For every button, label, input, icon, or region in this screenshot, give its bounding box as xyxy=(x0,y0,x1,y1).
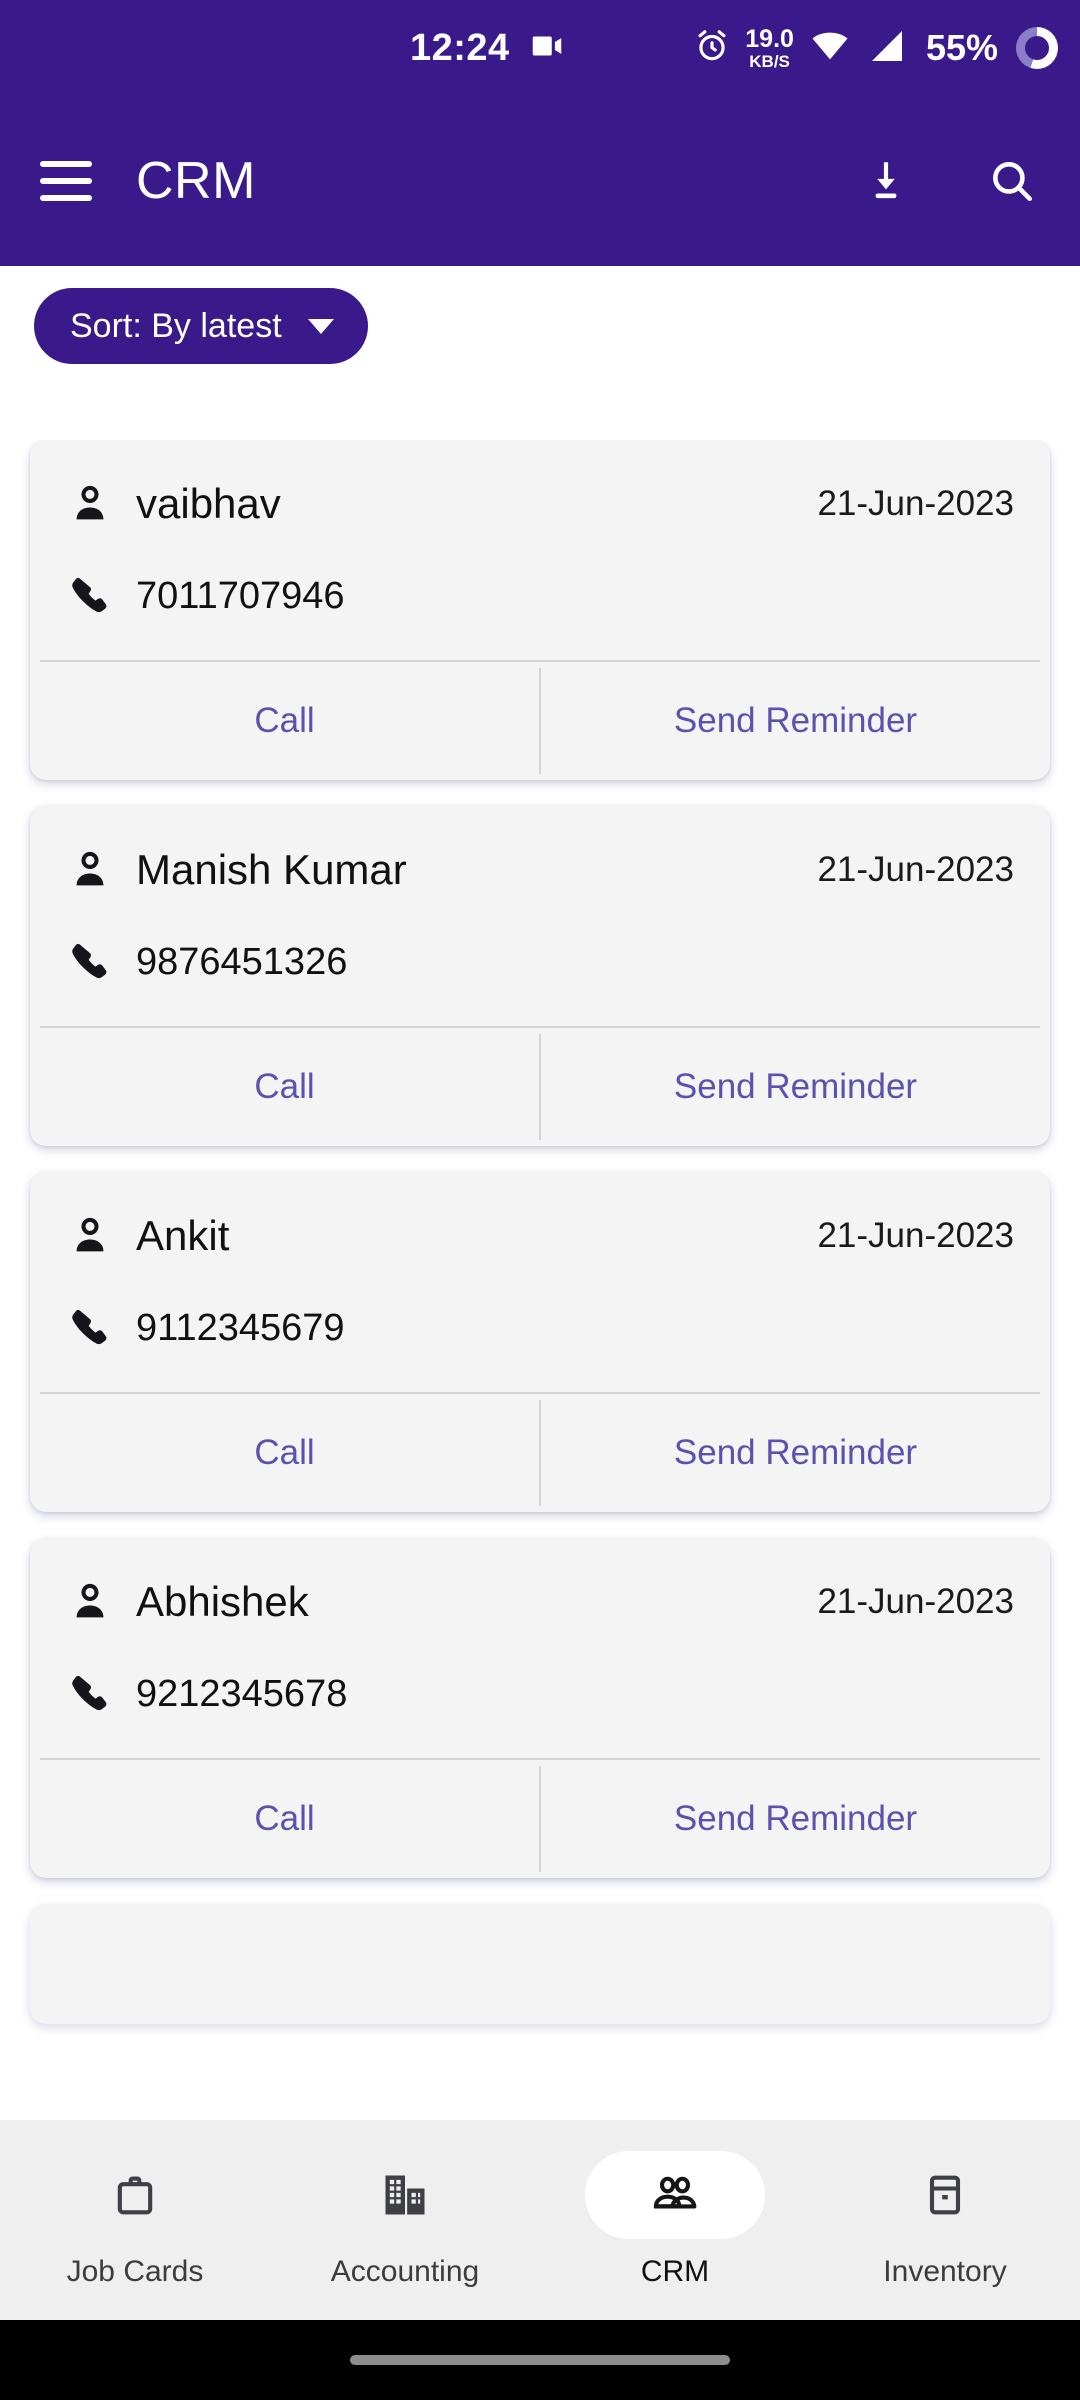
nav-item-crm[interactable]: CRM xyxy=(540,2151,810,2289)
contact-date: 21-Jun-2023 xyxy=(817,1216,1014,1255)
phone-icon xyxy=(66,1304,114,1352)
contact-name: Manish Kumar xyxy=(136,846,407,893)
send-reminder-button[interactable]: Send Reminder xyxy=(541,1028,1050,1146)
contact-card[interactable]: Abhishek 21-Jun-2023 9212345678 Call Sen… xyxy=(30,1538,1050,1878)
contact-name: Ankit xyxy=(136,1212,230,1259)
sort-label: Sort: By latest xyxy=(70,306,282,345)
contact-card-body: Abhishek 21-Jun-2023 9212345678 xyxy=(30,1538,1050,1758)
person-icon xyxy=(66,1212,114,1260)
contact-phone-row: 9112345679 xyxy=(66,1304,1014,1392)
send-reminder-button[interactable]: Send Reminder xyxy=(541,1394,1050,1512)
phone-icon xyxy=(66,572,114,620)
people-icon xyxy=(585,2151,765,2239)
app-bar: CRM xyxy=(0,96,1080,266)
send-reminder-button[interactable]: Send Reminder xyxy=(541,1760,1050,1878)
card-actions: Call Send Reminder xyxy=(30,662,1050,780)
contact-date: 21-Jun-2023 xyxy=(817,484,1014,523)
contact-name-row: Abhishek 21-Jun-2023 xyxy=(66,1578,1014,1626)
contact-card-body: Ankit 21-Jun-2023 9112345679 xyxy=(30,1172,1050,1392)
network-speed-value: 19.0 xyxy=(745,24,794,53)
network-speed: 19.0 KB/S xyxy=(745,24,794,71)
contact-card-partial[interactable] xyxy=(30,1904,1050,2024)
nav-item-label: Inventory xyxy=(883,2255,1007,2288)
wifi-icon xyxy=(808,26,852,71)
contact-list[interactable]: vaibhav 21-Jun-2023 7011707946 Call Send… xyxy=(0,440,1080,2140)
status-bar: 12:24 19.0 KB/S 55% xyxy=(0,0,1080,96)
status-bar-right: 19.0 KB/S 55% xyxy=(693,0,1058,96)
contact-phone: 9212345678 xyxy=(136,1672,348,1715)
contact-phone: 7011707946 xyxy=(136,574,345,617)
contact-name-row: Ankit 21-Jun-2023 xyxy=(66,1212,1014,1260)
contact-card[interactable]: Ankit 21-Jun-2023 9112345679 Call Send R… xyxy=(30,1172,1050,1512)
contact-phone: 9112345679 xyxy=(136,1306,345,1349)
contact-phone-row: 9212345678 xyxy=(66,1670,1014,1758)
nav-item-job-cards[interactable]: Job Cards xyxy=(0,2151,270,2289)
briefcase-icon xyxy=(45,2151,225,2239)
status-bar-left: 12:24 xyxy=(410,27,566,70)
nav-item-label: Job Cards xyxy=(66,2255,204,2288)
video-camera-icon xyxy=(528,27,566,70)
person-icon xyxy=(66,1578,114,1626)
gesture-pill[interactable] xyxy=(350,2355,730,2365)
contact-phone-row: 7011707946 xyxy=(66,572,1014,660)
card-actions: Call Send Reminder xyxy=(30,1760,1050,1878)
sort-dropdown-button[interactable]: Sort: By latest xyxy=(34,288,368,364)
contact-card[interactable]: vaibhav 21-Jun-2023 7011707946 Call Send… xyxy=(30,440,1050,780)
page-title: CRM xyxy=(136,152,256,210)
network-speed-unit: KB/S xyxy=(749,51,790,71)
contact-name: Abhishek xyxy=(136,1578,309,1625)
contact-phone-row: 9876451326 xyxy=(66,938,1014,1026)
call-button[interactable]: Call xyxy=(30,1760,539,1878)
nav-item-accounting[interactable]: Accounting xyxy=(270,2151,540,2289)
contact-name-row: Manish Kumar 21-Jun-2023 xyxy=(66,846,1014,894)
sort-bar: Sort: By latest xyxy=(0,266,1080,386)
archive-box-icon xyxy=(855,2151,1035,2239)
call-button[interactable]: Call xyxy=(30,1028,539,1146)
person-icon xyxy=(66,480,114,528)
nav-item-label: CRM xyxy=(640,2255,710,2288)
app-bar-actions xyxy=(858,153,1040,209)
hamburger-menu-icon[interactable] xyxy=(40,161,92,201)
nav-item-label: Accounting xyxy=(330,2255,480,2288)
bottom-navigation-bar: Job Cards Accounting CRM Inventory xyxy=(0,2120,1080,2320)
contact-date: 21-Jun-2023 xyxy=(817,850,1014,889)
nav-item-inventory[interactable]: Inventory xyxy=(810,2151,1080,2289)
alarm-clock-icon xyxy=(693,27,731,70)
contact-name: vaibhav xyxy=(136,480,281,527)
contact-card-body: Manish Kumar 21-Jun-2023 9876451326 xyxy=(30,806,1050,1026)
download-icon[interactable] xyxy=(858,153,914,209)
battery-ring-icon xyxy=(1016,27,1058,69)
app-screen: 12:24 19.0 KB/S 55% CRM Sort: By latest … xyxy=(0,0,1080,2400)
call-button[interactable]: Call xyxy=(30,662,539,780)
building-icon xyxy=(315,2151,495,2239)
status-time: 12:24 xyxy=(410,27,510,69)
call-button[interactable]: Call xyxy=(30,1394,539,1512)
chevron-down-icon xyxy=(307,318,334,334)
phone-icon xyxy=(66,938,114,986)
contact-phone: 9876451326 xyxy=(136,940,348,983)
system-gesture-bar xyxy=(0,2320,1080,2400)
contact-card[interactable]: Manish Kumar 21-Jun-2023 9876451326 Call… xyxy=(30,806,1050,1146)
contact-card-body: vaibhav 21-Jun-2023 7011707946 xyxy=(30,440,1050,660)
battery-percent: 55% xyxy=(925,27,998,68)
card-actions: Call Send Reminder xyxy=(30,1028,1050,1146)
search-icon[interactable] xyxy=(984,153,1040,209)
cellular-signal-icon xyxy=(866,26,908,71)
card-actions: Call Send Reminder xyxy=(30,1394,1050,1512)
contact-name-row: vaibhav 21-Jun-2023 xyxy=(66,480,1014,528)
send-reminder-button[interactable]: Send Reminder xyxy=(541,662,1050,780)
person-icon xyxy=(66,846,114,894)
phone-icon xyxy=(66,1670,114,1718)
contact-date: 21-Jun-2023 xyxy=(817,1582,1014,1621)
